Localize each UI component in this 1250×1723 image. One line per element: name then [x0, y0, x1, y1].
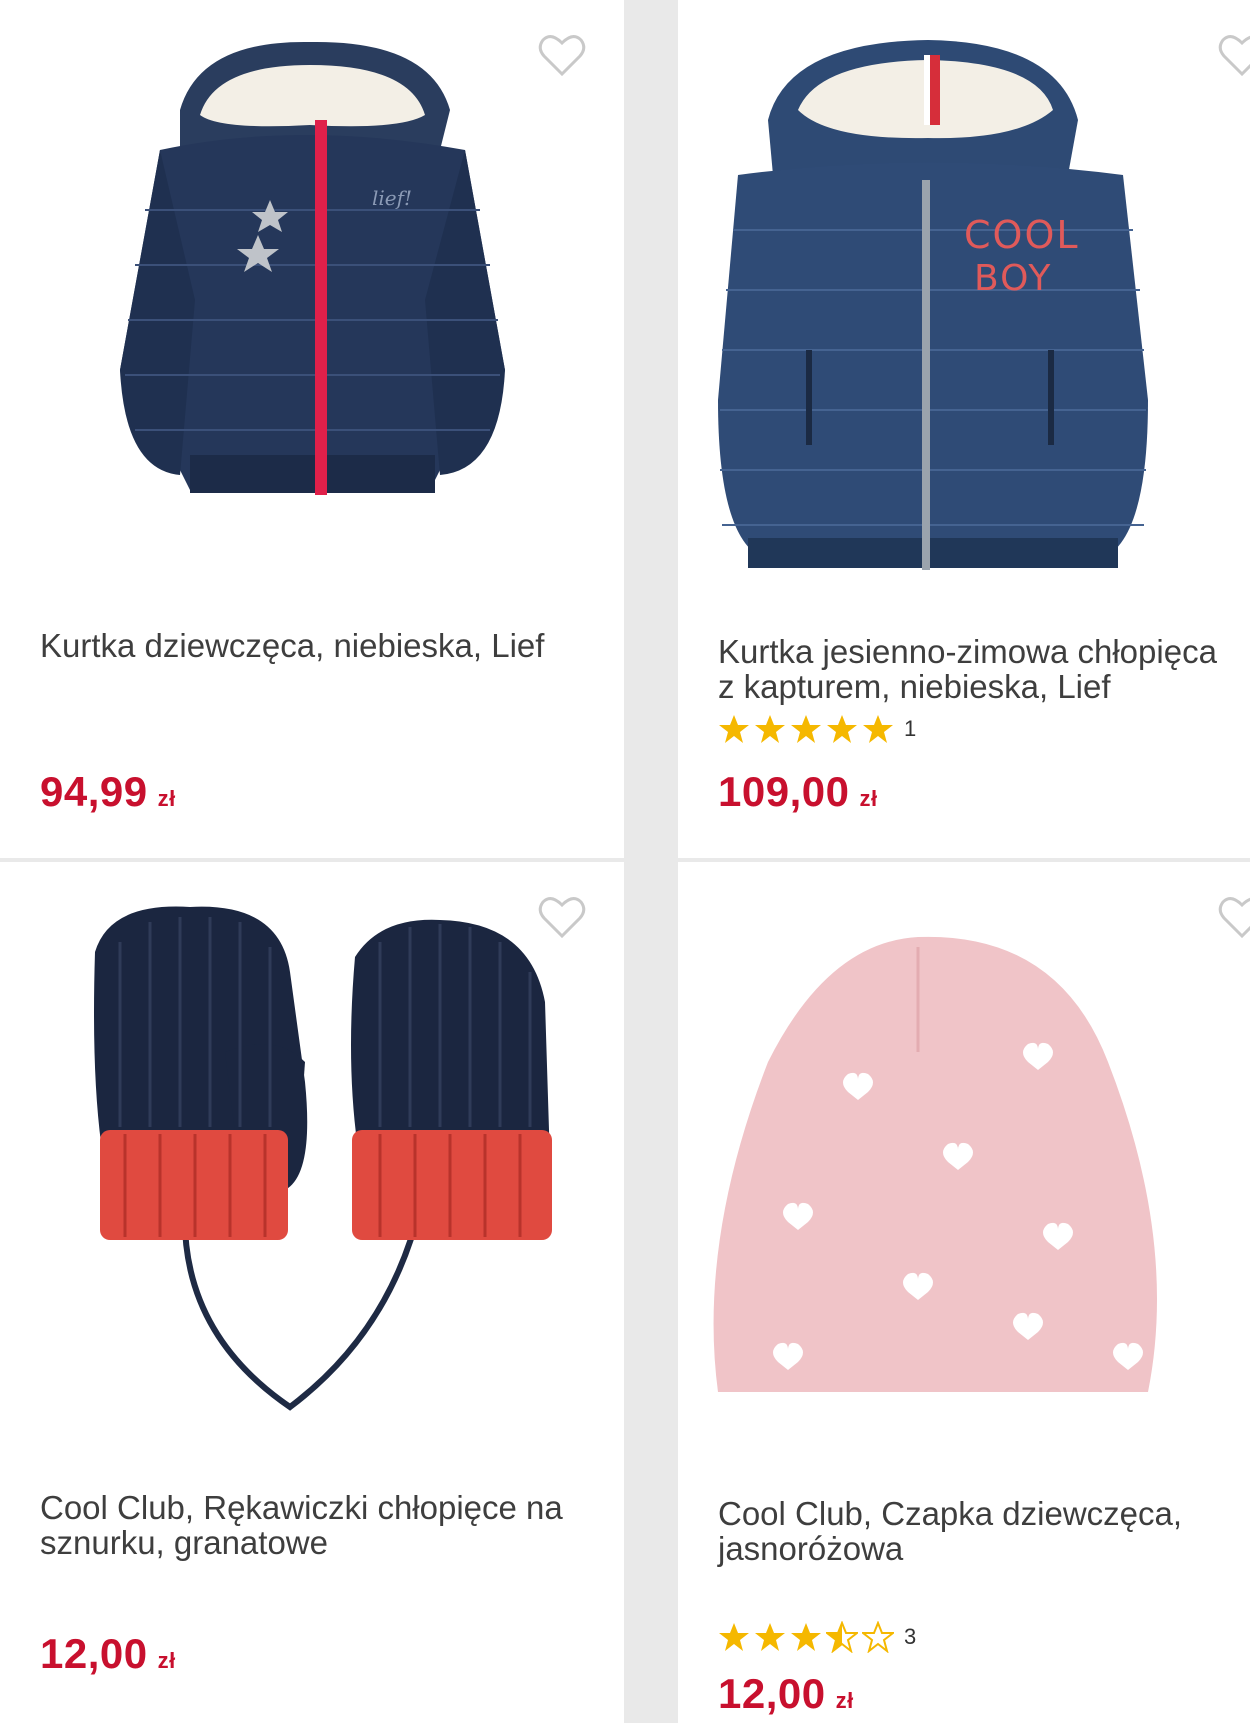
product-title[interactable]: Kurtka dziewczęca, niebieska, Lief [40, 628, 600, 663]
product-card[interactable]: lief! Kurtka dziewczęca, niebieska, Lief… [0, 0, 624, 858]
wishlist-heart-icon[interactable] [1214, 28, 1250, 84]
star-full-icon [791, 715, 821, 743]
wishlist-heart-icon[interactable] [1214, 890, 1250, 946]
price-currency: zł [835, 1688, 854, 1713]
product-card[interactable]: Cool Club, Czapka dziewczęca, jasnoróżow… [678, 862, 1250, 1723]
product-title[interactable]: Cool Club, Czapka dziewczęca, jasnoróżow… [718, 1496, 1238, 1566]
star-full-icon [719, 1623, 749, 1651]
price-currency: zł [157, 786, 176, 811]
star-half-icon [826, 1621, 858, 1653]
price-value: 94,99 [40, 768, 148, 815]
price-currency: zł [859, 786, 878, 811]
price-value: 109,00 [718, 768, 850, 815]
svg-text:COOL: COOL [964, 213, 1080, 257]
product-price: 94,99 zł [40, 768, 176, 816]
product-image[interactable]: COOL BOY [678, 0, 1250, 580]
product-image[interactable] [0, 862, 624, 1462]
wishlist-heart-icon[interactable] [534, 890, 590, 946]
product-price: 12,00 zł [718, 1670, 854, 1718]
price-value: 12,00 [718, 1670, 826, 1717]
price-currency: zł [157, 1648, 176, 1673]
rating-stars: 3 [718, 1620, 916, 1654]
rating-stars: 1 [718, 712, 916, 746]
star-full-icon [755, 715, 785, 743]
product-price: 12,00 zł [40, 1630, 176, 1678]
product-image[interactable] [678, 862, 1250, 1462]
star-empty-icon [862, 1621, 894, 1653]
product-card[interactable]: Cool Club, Rękawiczki chłopięce na sznur… [0, 862, 624, 1723]
product-title[interactable]: Kurtka jesienno-zimowa chłopięca z kaptu… [718, 634, 1238, 704]
star-full-icon [755, 1623, 785, 1651]
star-full-icon [719, 715, 749, 743]
svg-text:BOY: BOY [974, 258, 1052, 299]
product-price: 109,00 zł [718, 768, 878, 816]
price-value: 12,00 [40, 1630, 148, 1677]
product-card[interactable]: COOL BOY Kurtka jesienno-zimowa chłopięc… [678, 0, 1250, 858]
review-count: 1 [904, 716, 917, 741]
svg-text:lief!: lief! [372, 186, 412, 210]
product-image[interactable]: lief! [0, 0, 624, 560]
wishlist-heart-icon[interactable] [534, 28, 590, 84]
star-full-icon [863, 715, 893, 743]
review-count: 3 [904, 1624, 917, 1649]
star-full-icon [827, 715, 857, 743]
product-title[interactable]: Cool Club, Rękawiczki chłopięce na sznur… [40, 1490, 600, 1560]
star-full-icon [791, 1623, 821, 1651]
